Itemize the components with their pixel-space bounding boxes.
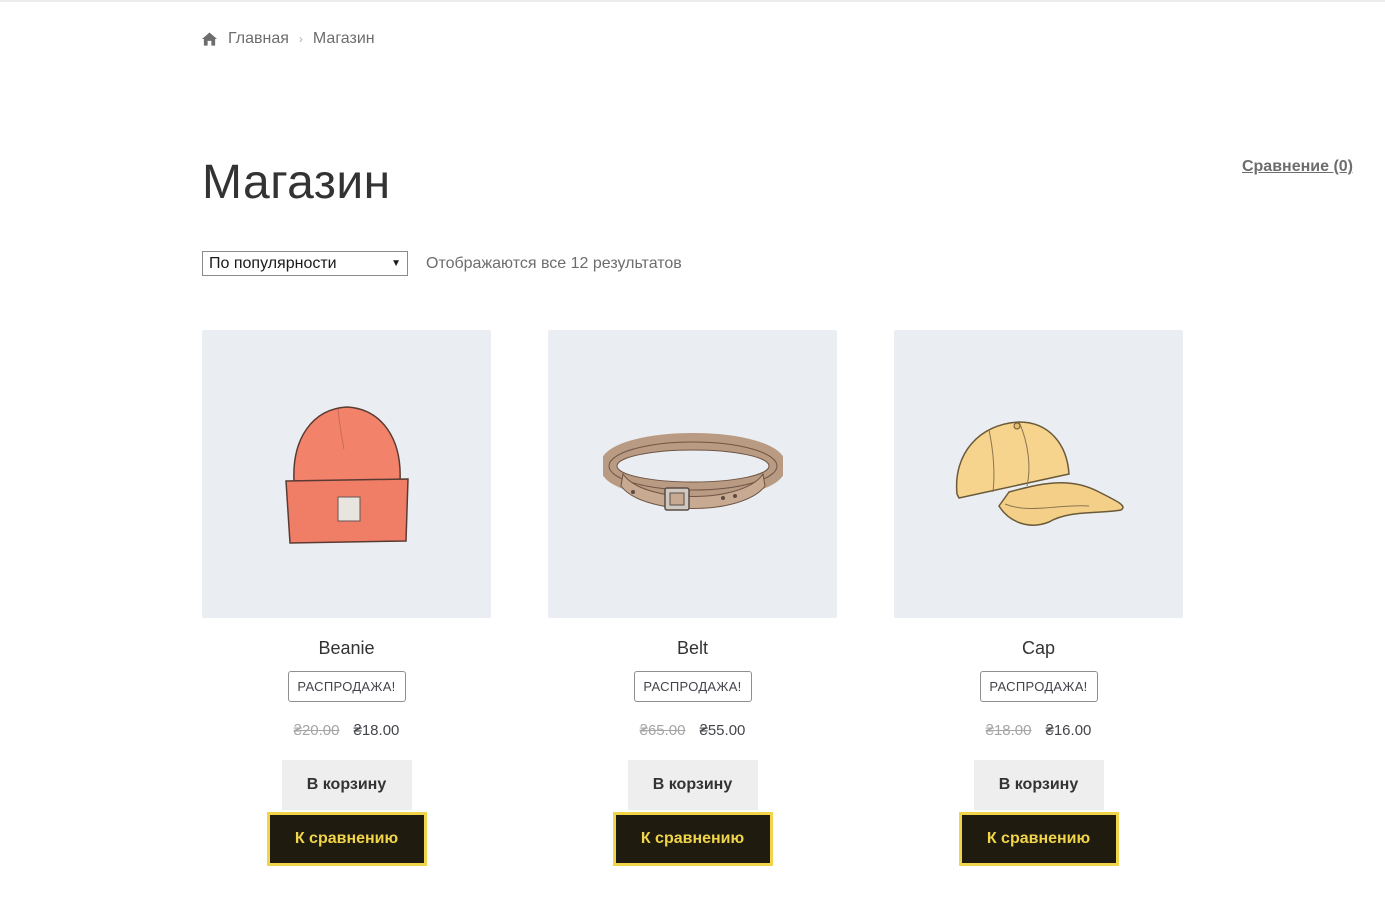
- sale-badge: РАСПРОДАЖА!: [287, 671, 406, 702]
- add-to-cart-button[interactable]: В корзину: [973, 760, 1104, 810]
- product-card: Belt РАСПРОДАЖА! ₴65.00 ₴55.00 В корзину…: [548, 330, 837, 866]
- product-grid: Beanie РАСПРОДАЖА! ₴20.00 ₴18.00 В корзи…: [202, 330, 1183, 866]
- product-title[interactable]: Belt: [677, 638, 708, 659]
- product-price: ₴65.00 ₴55.00: [640, 722, 746, 739]
- sale-badge: РАСПРОДАЖА!: [979, 671, 1098, 702]
- old-price: ₴65.00: [639, 722, 686, 739]
- belt-image: [602, 433, 783, 511]
- sort-select[interactable]: По популярности ▼: [202, 251, 408, 276]
- product-image-link[interactable]: [548, 330, 837, 618]
- add-to-compare-button[interactable]: К сравнению: [266, 812, 427, 866]
- breadcrumb-home-link[interactable]: Главная: [228, 30, 289, 48]
- sort-select-value: По популярности: [209, 254, 337, 272]
- compare-count-link[interactable]: Сравнение (0): [1242, 158, 1353, 176]
- top-divider: [0, 0, 1385, 2]
- add-to-cart-button[interactable]: В корзину: [627, 760, 758, 810]
- product-price: ₴20.00 ₴18.00: [294, 722, 400, 739]
- product-image-link[interactable]: [202, 330, 491, 618]
- product-card: Cap РАСПРОДАЖА! ₴18.00 ₴16.00 В корзину …: [894, 330, 1183, 866]
- sorting-bar: По популярности ▼ Отображаются все 12 ре…: [202, 251, 682, 276]
- sale-badge: РАСПРОДАЖА!: [633, 671, 752, 702]
- product-title[interactable]: Cap: [1022, 638, 1055, 659]
- new-price: ₴55.00: [699, 722, 746, 739]
- add-to-compare-button[interactable]: К сравнению: [612, 812, 773, 866]
- product-title[interactable]: Beanie: [318, 638, 374, 659]
- old-price: ₴18.00: [985, 722, 1032, 739]
- result-count: Отображаются все 12 результатов: [426, 254, 682, 272]
- product-price: ₴18.00 ₴16.00: [986, 722, 1092, 739]
- dropdown-arrow-icon: ▼: [391, 258, 401, 269]
- new-price: ₴18.00: [353, 722, 400, 739]
- cap-image: [955, 421, 1124, 526]
- breadcrumb-current: Магазин: [312, 30, 375, 47]
- breadcrumb: Главная › Магазин: [202, 30, 375, 48]
- add-to-compare-button[interactable]: К сравнению: [958, 812, 1119, 866]
- page-title: Магазин: [202, 156, 391, 209]
- home-icon: [202, 32, 217, 46]
- old-price: ₴20.00: [293, 722, 340, 739]
- product-image-link[interactable]: [894, 330, 1183, 618]
- add-to-cart-button[interactable]: В корзину: [281, 760, 412, 810]
- breadcrumb-separator-icon: ›: [298, 32, 303, 46]
- product-card: Beanie РАСПРОДАЖА! ₴20.00 ₴18.00 В корзи…: [202, 330, 491, 866]
- beanie-image: [284, 406, 409, 544]
- new-price: ₴16.00: [1045, 722, 1092, 739]
